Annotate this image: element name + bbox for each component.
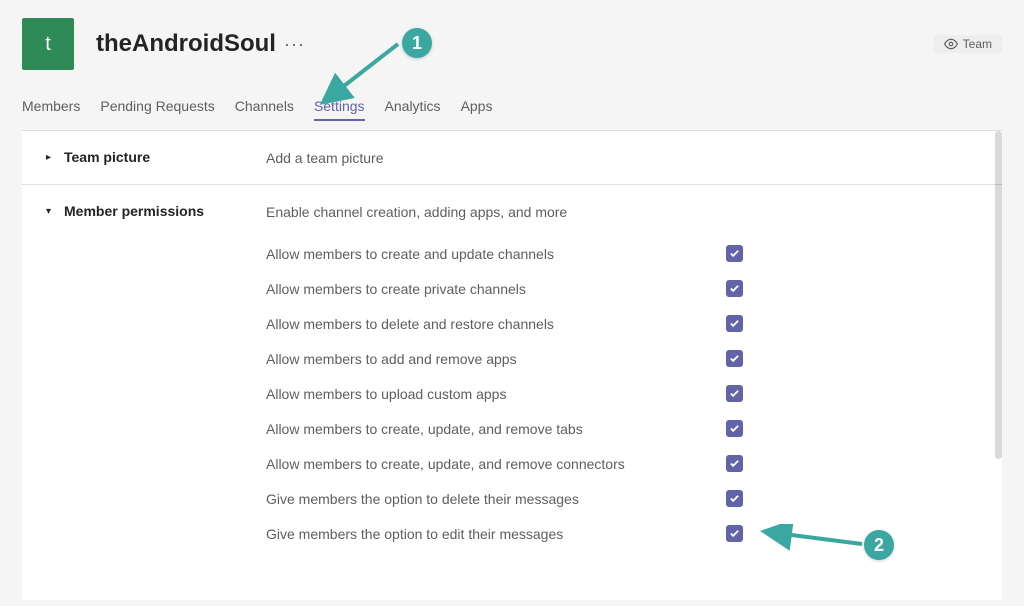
checkbox-delete-restore-channels[interactable] xyxy=(726,315,743,332)
tab-pending-requests[interactable]: Pending Requests xyxy=(100,98,214,120)
perm-row: Allow members to create, update, and rem… xyxy=(266,446,978,481)
section-desc: Enable channel creation, adding apps, an… xyxy=(266,203,978,236)
tab-members[interactable]: Members xyxy=(22,98,80,120)
perm-label: Allow members to create, update, and rem… xyxy=(266,421,726,437)
team-badge-label: Team xyxy=(963,37,992,51)
checkbox-edit-messages[interactable] xyxy=(726,525,743,542)
annotation-arrow-2 xyxy=(760,524,870,554)
checkbox-create-private-channels[interactable] xyxy=(726,280,743,297)
perm-label: Allow members to create, update, and rem… xyxy=(266,456,726,472)
perm-label: Give members the option to delete their … xyxy=(266,491,726,507)
checkbox-manage-tabs[interactable] xyxy=(726,420,743,437)
team-name: theAndroidSoul xyxy=(96,30,276,58)
perm-row: Allow members to upload custom apps xyxy=(266,376,978,411)
team-header: t theAndroidSoul ··· Team xyxy=(0,0,1024,80)
annotation-badge-2: 2 xyxy=(864,530,894,560)
perm-label: Allow members to upload custom apps xyxy=(266,386,726,402)
section-desc: Add a team picture xyxy=(266,149,384,166)
tab-bar: Members Pending Requests Channels Settin… xyxy=(0,98,1024,120)
section-header-toggle[interactable]: ▾ Member permissions xyxy=(46,203,266,219)
perm-row: Allow members to add and remove apps xyxy=(266,341,978,376)
section-team-picture[interactable]: ▸ Team picture Add a team picture xyxy=(22,131,1002,185)
caret-right-icon: ▸ xyxy=(46,152,56,163)
eye-icon xyxy=(944,37,958,51)
scrollbar-thumb[interactable] xyxy=(995,131,1002,459)
annotation-badge-1: 1 xyxy=(402,28,432,58)
perm-row: Give members the option to delete their … xyxy=(266,481,978,516)
perm-row: Allow members to create private channels xyxy=(266,271,978,306)
section-title: Member permissions xyxy=(64,203,204,219)
team-avatar: t xyxy=(22,18,74,70)
checkbox-create-update-channels[interactable] xyxy=(726,245,743,262)
perm-label: Allow members to add and remove apps xyxy=(266,351,726,367)
checkbox-manage-connectors[interactable] xyxy=(726,455,743,472)
checkbox-add-remove-apps[interactable] xyxy=(726,350,743,367)
tab-apps[interactable]: Apps xyxy=(461,98,493,120)
checkbox-upload-custom-apps[interactable] xyxy=(726,385,743,402)
section-title: Team picture xyxy=(64,149,150,165)
checkbox-delete-messages[interactable] xyxy=(726,490,743,507)
perm-label: Allow members to create private channels xyxy=(266,281,726,297)
team-visibility-badge[interactable]: Team xyxy=(934,35,1002,53)
scrollbar-track[interactable] xyxy=(995,131,1002,600)
perm-label: Allow members to delete and restore chan… xyxy=(266,316,726,332)
perm-label: Allow members to create and update chann… xyxy=(266,246,726,262)
more-options-button[interactable]: ··· xyxy=(284,34,305,55)
perm-row: Allow members to create, update, and rem… xyxy=(266,411,978,446)
perm-row: Allow members to create and update chann… xyxy=(266,236,978,271)
perm-label: Give members the option to edit their me… xyxy=(266,526,726,542)
annotation-arrow-1 xyxy=(316,34,406,110)
permissions-list: Enable channel creation, adding apps, an… xyxy=(266,203,978,551)
perm-row: Allow members to delete and restore chan… xyxy=(266,306,978,341)
section-member-permissions: ▾ Member permissions Enable channel crea… xyxy=(22,185,1002,561)
tab-channels[interactable]: Channels xyxy=(235,98,294,120)
caret-down-icon: ▾ xyxy=(46,206,56,217)
